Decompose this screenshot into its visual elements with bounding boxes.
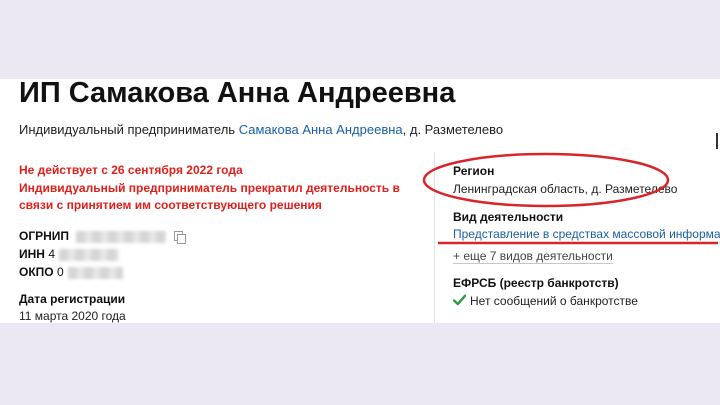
- ogrnip-label: ОГРНИП: [19, 229, 70, 243]
- okpo-value-blurred: [67, 266, 123, 279]
- company-title: ИП Самакова Анна Андреевна: [19, 79, 456, 109]
- identifiers-block: ОГРНИП ИНН 4 ОКПО 0: [19, 227, 186, 281]
- inn-row: ИНН 4: [19, 245, 186, 263]
- efrsb-label: ЕФРСБ (реестр банкротств): [453, 276, 619, 290]
- status-date-text: Не действует с 26 сентября 2022 года: [19, 163, 243, 177]
- main-activity-link[interactable]: Представление в средствах массовой инфор…: [453, 227, 720, 241]
- inn-value-visible: 4: [48, 247, 55, 261]
- owner-link[interactable]: Самакова Анна Андреевна: [239, 122, 403, 137]
- efrsb-status: Нет сообщений о банкротстве: [453, 294, 638, 308]
- inn-label: ИНН: [19, 247, 45, 261]
- okpo-value-visible: 0: [56, 265, 64, 279]
- status-reason-text: Индивидуальный предприниматель прекратил…: [19, 180, 400, 213]
- locality-text: , д. Разметелево: [402, 122, 504, 137]
- okpo-row: ОКПО 0: [19, 263, 186, 281]
- region-label: Регион: [453, 164, 495, 178]
- ogrnip-value-blurred: [76, 230, 167, 243]
- status-notice: Не действует с 26 сентября 2022 года Инд…: [19, 162, 419, 215]
- column-divider: [434, 152, 435, 323]
- registration-date-value: 11 марта 2020 года: [19, 309, 126, 323]
- efrsb-status-text: Нет сообщений о банкротстве: [470, 294, 638, 308]
- text-cursor: [716, 133, 718, 149]
- company-card: ИП Самакова Анна Андреевна Индивидуальны…: [0, 79, 720, 323]
- registration-date-label: Дата регистрации: [19, 292, 126, 306]
- copy-icon[interactable]: [173, 230, 186, 244]
- okpo-label: ОКПО: [19, 265, 54, 279]
- more-activities-link[interactable]: + еще 7 видов деятельности: [453, 249, 613, 264]
- entity-type-text: Индивидуальный предприниматель: [19, 122, 236, 137]
- check-icon: [453, 294, 466, 306]
- ogrnip-row: ОГРНИП: [19, 227, 186, 245]
- inn-value-blurred: [59, 248, 119, 261]
- region-value: Ленинградская область, д. Разметелево: [453, 182, 678, 196]
- company-subtitle: Индивидуальный предприниматель Самакова …: [19, 122, 503, 137]
- activity-label: Вид деятельности: [453, 210, 564, 224]
